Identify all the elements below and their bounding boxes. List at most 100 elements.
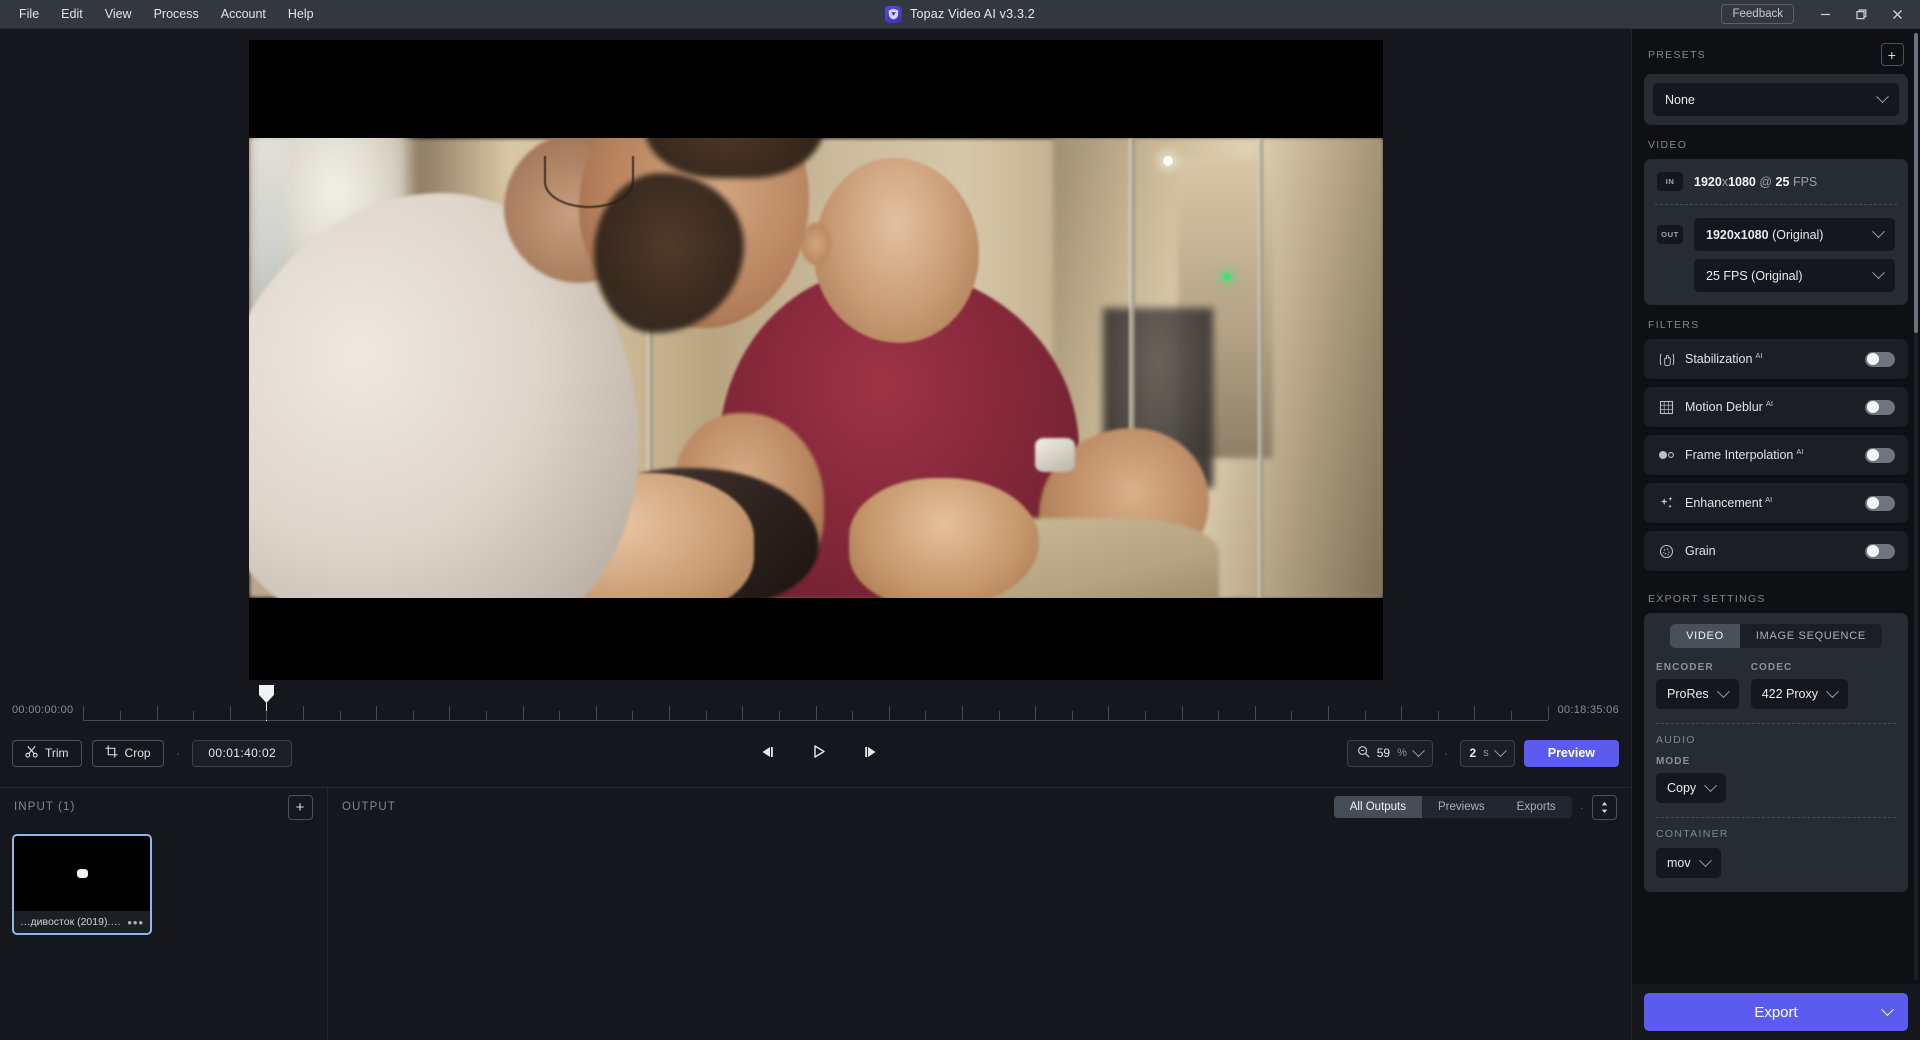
encoder-value: ProRes (1667, 687, 1709, 701)
filter-frame-interpolation[interactable]: Frame Interpolation AI (1644, 435, 1908, 475)
ruler-tick (376, 706, 378, 720)
duration-field[interactable]: 00:01:40:02 (192, 739, 293, 767)
filter-label: Motion Deblur AI (1685, 399, 1773, 414)
filter-label: Grain (1685, 543, 1719, 559)
seconds-selector[interactable]: 2 s (1459, 739, 1515, 767)
clip-thumbnail (14, 836, 150, 911)
export-button[interactable]: Export (1644, 993, 1908, 1031)
video-preview-stage (0, 29, 1631, 690)
restore-icon[interactable] (1844, 0, 1878, 29)
menu-help[interactable]: Help (277, 2, 325, 26)
in-fps-value: 25 (1775, 174, 1790, 189)
ruler-tick (998, 711, 1000, 720)
output-tabs-group: All Outputs Previews Exports · (1333, 794, 1617, 820)
ruler-tick (412, 711, 414, 720)
enhancement-label: Enhancement (1685, 496, 1763, 511)
filter-stabilization[interactable]: Stabilization AI (1644, 339, 1908, 379)
ruler-tick (1437, 711, 1439, 720)
tab-previews[interactable]: Previews (1422, 796, 1501, 818)
export-settings-heading: EXPORT SETTINGS (1648, 593, 1766, 605)
filter-enhancement[interactable]: Enhancement AI (1644, 483, 1908, 523)
ruler-tick (486, 711, 488, 720)
ruler-tick (925, 711, 927, 720)
zoom-level-selector[interactable]: 59 % (1346, 739, 1433, 767)
audio-divider (1656, 723, 1896, 724)
video-heading: VIDEO (1648, 139, 1688, 151)
menu-account[interactable]: Account (210, 2, 277, 26)
tab-all-outputs[interactable]: All Outputs (1333, 796, 1422, 818)
chevron-down-icon (1872, 266, 1885, 280)
zoom-unit: % (1397, 747, 1407, 759)
codec-select[interactable]: 422 Proxy (1750, 679, 1848, 709)
ruler-tick (1144, 711, 1146, 720)
add-preset-button[interactable]: + (1881, 43, 1904, 66)
output-fps-select[interactable]: 25 FPS (Original) (1694, 259, 1895, 292)
frame-interpolation-toggle[interactable] (1865, 447, 1895, 463)
close-icon[interactable] (1880, 0, 1914, 29)
preview-button[interactable]: Preview (1523, 739, 1619, 767)
ruler-tick (1327, 706, 1329, 720)
sidebar-scrollbar-thumb[interactable] (1914, 33, 1918, 333)
filter-label: Stabilization AI (1685, 351, 1763, 366)
codec-group: CODEC 422 Proxy (1750, 662, 1848, 709)
video-frame[interactable] (248, 39, 1383, 680)
filter-label: Enhancement AI (1685, 495, 1772, 510)
trim-button[interactable]: Trim (12, 739, 82, 767)
enhancement-toggle[interactable] (1865, 495, 1895, 511)
presets-heading: PRESETS (1648, 48, 1707, 61)
ruler-tick (303, 706, 305, 720)
video-divider (1655, 204, 1897, 205)
encoder-select[interactable]: ProRes (1656, 679, 1739, 709)
filter-label: Frame Interpolation AI (1685, 447, 1803, 462)
ruler-tick (852, 711, 854, 720)
encoder-codec-row: ENCODER ProRes CODEC 422 Proxy (1656, 662, 1896, 709)
add-input-button[interactable]: + (288, 794, 313, 820)
zoom-value: 59 (1376, 746, 1391, 760)
preset-select[interactable]: None (1653, 83, 1899, 116)
grain-toggle[interactable] (1865, 543, 1895, 559)
filter-grain[interactable]: Grain (1644, 531, 1908, 571)
chevron-down-icon (1412, 743, 1425, 757)
app-title: Topaz Video AI v3.3.2 (910, 7, 1035, 21)
transport-separator: · (175, 745, 181, 761)
zoom-icon (1357, 745, 1370, 761)
ruler-tick (1364, 711, 1366, 720)
seconds-unit: s (1483, 747, 1489, 759)
step-back-icon[interactable] (754, 740, 780, 764)
crop-button[interactable]: Crop (91, 739, 164, 767)
in-height: 1080 (1728, 174, 1756, 189)
menu-process[interactable]: Process (143, 2, 210, 26)
playback-controls (754, 740, 884, 764)
list-item[interactable]: …дивосток (2019).mkv ••• (12, 834, 152, 935)
output-resolution-select[interactable]: 1920x1080 (Original) (1694, 218, 1895, 251)
motion-deblur-toggle[interactable] (1865, 399, 1895, 415)
input-panel: INPUT (1) + …дивосток (2019).mkv ••• (0, 788, 328, 1040)
container-select[interactable]: mov (1656, 848, 1721, 878)
stabilization-toggle[interactable] (1865, 351, 1895, 367)
menu-edit[interactable]: Edit (50, 2, 94, 26)
tab-video[interactable]: VIDEO (1670, 624, 1740, 648)
feedback-button[interactable]: Feedback (1721, 4, 1794, 24)
tab-image-sequence[interactable]: IMAGE SEQUENCE (1740, 624, 1882, 648)
step-forward-icon[interactable] (858, 740, 884, 764)
minimize-icon[interactable] (1808, 0, 1842, 29)
sort-updown-icon[interactable] (1592, 794, 1617, 820)
input-panel-header: INPUT (1) + (0, 788, 327, 826)
chevron-down-icon (1826, 684, 1839, 698)
ruler-tick (1181, 706, 1183, 720)
video-heading-row: VIDEO (1632, 125, 1920, 159)
ai-superscript: AI (1755, 351, 1763, 361)
tab-exports[interactable]: Exports (1501, 796, 1572, 818)
ruler-tick (193, 711, 195, 720)
menu-file[interactable]: File (8, 2, 50, 26)
play-icon[interactable] (806, 740, 832, 764)
filter-motion-deblur[interactable]: Motion Deblur AI (1644, 387, 1908, 427)
timeline-playhead[interactable] (258, 685, 274, 703)
timeline-ruler[interactable] (83, 685, 1549, 721)
in-width: 1920 (1694, 174, 1722, 189)
ruler-tick (1108, 706, 1110, 720)
menu-view[interactable]: View (94, 2, 143, 26)
ellipsis-icon[interactable]: ••• (127, 916, 144, 929)
audio-mode-select[interactable]: Copy (1656, 773, 1727, 803)
ruler-tick (632, 711, 634, 720)
